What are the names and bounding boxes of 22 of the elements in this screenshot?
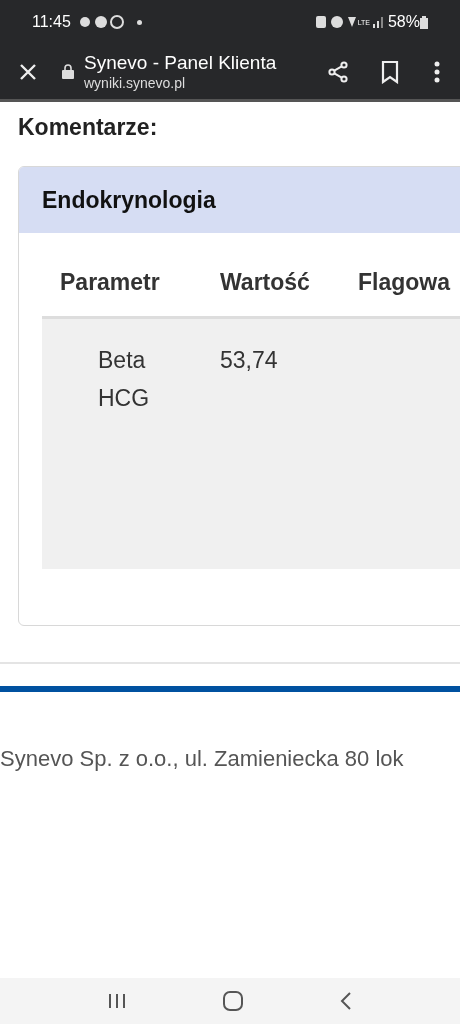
- card-title: Endokrynologia: [42, 185, 216, 215]
- battery-percent: 58%: [387, 12, 420, 32]
- share-icon[interactable]: [326, 59, 350, 84]
- table-cell-text: 53,74: [219, 346, 278, 375]
- back-icon[interactable]: [339, 992, 352, 1010]
- menu-icon[interactable]: [434, 60, 440, 83]
- table-cell-text: Beta HCG: [97, 346, 151, 413]
- recent-apps-icon[interactable]: [108, 993, 127, 1009]
- dot-icon: [136, 19, 142, 25]
- signal-icon: [372, 16, 385, 28]
- home-icon[interactable]: [223, 991, 243, 1011]
- page-url: wyniki.synevo.pl: [84, 74, 187, 93]
- footer-address: Synevo Sp. z o.o., ul. Zamieniecka 80 lok: [0, 746, 404, 771]
- bookmark-icon[interactable]: [380, 59, 400, 84]
- column-header: Parametr: [59, 268, 161, 297]
- page-title: Synevo - Panel Klienta: [84, 50, 277, 75]
- battery-icon: [420, 15, 428, 29]
- status-time: 11:45: [32, 12, 71, 32]
- column-header: Flagowa: [357, 268, 452, 297]
- lock-icon: [62, 64, 74, 79]
- section-heading: Komentarze:: [18, 113, 159, 142]
- column-header: Wartość: [219, 268, 311, 297]
